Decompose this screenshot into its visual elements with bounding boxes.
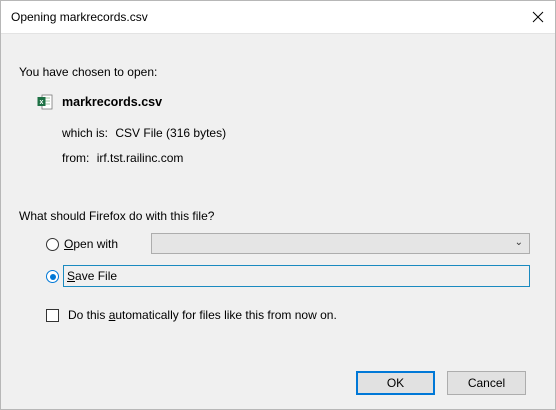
- open-with-text: pen with: [73, 237, 119, 251]
- open-with-mnemonic: O: [64, 237, 74, 251]
- file-type-value: CSV File (316 bytes): [115, 126, 227, 140]
- auto-action-checkbox[interactable]: [46, 309, 59, 322]
- window-title: Opening markrecords.csv: [11, 10, 148, 24]
- open-with-radio[interactable]: [46, 238, 59, 251]
- save-file-radio[interactable]: [46, 270, 59, 283]
- save-file-mnemonic: S: [67, 269, 76, 283]
- chevron-down-icon: ⌄: [514, 237, 523, 248]
- open-with-label[interactable]: Open with: [64, 237, 118, 251]
- title-bar[interactable]: Opening markrecords.csv: [1, 1, 555, 33]
- save-file-text: ave File: [75, 269, 118, 283]
- file-name: markrecords.csv: [62, 95, 163, 109]
- open-with-application-select[interactable]: ⌄: [151, 233, 530, 254]
- from-label: from:: [62, 151, 90, 165]
- action-question: What should Firefox do with this file?: [19, 209, 215, 223]
- cancel-button[interactable]: Cancel: [447, 371, 526, 395]
- chosen-to-open-label: You have chosen to open:: [19, 65, 158, 79]
- save-file-option[interactable]: Save File: [63, 265, 530, 287]
- file-source-value: irf.tst.railinc.com: [96, 151, 184, 165]
- auto-label-before: Do this: [68, 308, 109, 322]
- file-type-line: which is: CSV File (316 bytes): [62, 126, 226, 140]
- svg-text:x: x: [40, 99, 44, 106]
- save-file-label: Save File: [67, 269, 117, 283]
- auto-label-after: utomatically for files like this from no…: [115, 308, 337, 322]
- dialog-content: You have chosen to open: x markrecords.c…: [1, 33, 555, 409]
- file-source-line: from: irf.tst.railinc.com: [62, 151, 183, 165]
- download-dialog-window: Opening markrecords.csv You have chosen …: [0, 0, 556, 410]
- auto-action-label[interactable]: Do this automatically for files like thi…: [68, 308, 337, 322]
- close-button[interactable]: [521, 1, 555, 33]
- which-is-label: which is:: [62, 126, 109, 140]
- ok-button[interactable]: OK: [356, 371, 435, 395]
- close-icon: [532, 11, 544, 23]
- csv-spreadsheet-icon: x: [37, 94, 53, 110]
